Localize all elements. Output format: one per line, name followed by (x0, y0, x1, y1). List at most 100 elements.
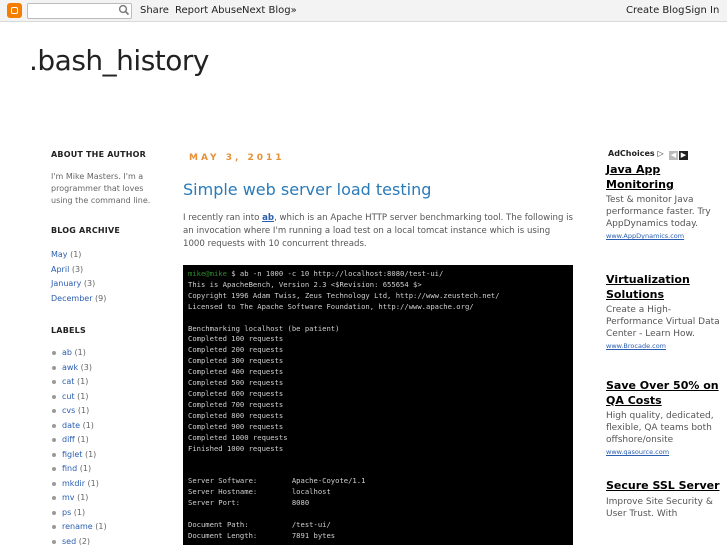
next-blog-link[interactable]: Next Blog» (242, 5, 297, 16)
label-count: (1) (92, 522, 107, 531)
label-item: cut (1) (51, 390, 107, 405)
blog-archive-widget: Blog Archive (51, 226, 161, 235)
ad-body: High quality, dedicated, flexible, QA te… (606, 411, 714, 445)
label-link-mkdir[interactable]: mkdir (62, 479, 85, 488)
label-link-figlet[interactable]: figlet (62, 450, 82, 459)
archive-item: December (9) (51, 292, 106, 307)
ad-title[interactable]: Virtualization Solutions (606, 273, 721, 302)
ad-unit: Virtualization Solutions Create a High-P… (606, 273, 721, 350)
adchoices-label[interactable]: AdChoices ▷ (608, 149, 664, 158)
ad-next-arrow-icon[interactable]: ▶ (679, 151, 688, 160)
label-item: awk (3) (51, 361, 107, 376)
label-count: (3) (78, 362, 92, 372)
label-link-awk[interactable]: awk (62, 363, 78, 372)
ad-body: Test & monitor Java performance faster. … (606, 195, 711, 229)
label-count: (1) (71, 507, 86, 517)
archive-item: January (3) (51, 277, 106, 292)
terminal-prompt: mike@mike (188, 269, 227, 278)
label-link-date[interactable]: date (62, 421, 80, 430)
blog-archive-heading: Blog Archive (51, 226, 121, 235)
post-title[interactable]: Simple web server load testing (183, 180, 431, 199)
label-item: cvs (1) (51, 404, 107, 419)
create-blog-link[interactable]: Create Blog (626, 5, 685, 16)
terminal-output-lines: This is ApacheBench, Version 2.3 <$Revis… (188, 279, 500, 540)
search-input[interactable] (27, 3, 132, 19)
label-item: figlet (1) (51, 448, 107, 463)
report-abuse-link[interactable]: Report Abuse (175, 5, 242, 16)
post-intro-text: I recently ran into ab, which is an Apac… (183, 212, 573, 251)
label-count: (1) (80, 420, 94, 430)
archive-link-january[interactable]: January (51, 279, 81, 288)
archive-link-december[interactable]: December (51, 294, 92, 303)
ad-unit: Secure SSL Server Improve Site Security … (606, 479, 721, 520)
label-count: (1) (74, 493, 89, 502)
label-count: (1) (82, 449, 97, 459)
ad-title[interactable]: Secure SSL Server (606, 479, 721, 494)
ad-url[interactable]: www.Brocade.com (606, 342, 721, 350)
sign-in-link[interactable]: Sign In (685, 5, 719, 16)
archive-link-may[interactable]: May (51, 250, 68, 259)
label-link-cat[interactable]: cat (62, 377, 74, 386)
terminal-output-block: mike@mike $ ab -n 1000 -c 10 http://loca… (183, 265, 573, 545)
label-link-sed[interactable]: sed (62, 537, 76, 545)
labels-widget: Labels (51, 326, 161, 335)
ad-url[interactable]: www.AppDynamics.com (606, 232, 721, 240)
about-author-text: I'm Mike Masters. I'm a programmer that … (51, 172, 151, 205)
label-item: sed (2) (51, 535, 107, 545)
archive-count: (3) (81, 279, 96, 288)
label-link-ab[interactable]: ab (62, 348, 72, 357)
label-count: (1) (74, 435, 89, 444)
label-count: (1) (74, 391, 89, 401)
blogger-navbar: Share Report Abuse Next Blog» Create Blo… (0, 0, 727, 22)
ad-title[interactable]: Save Over 50% on QA Costs (606, 379, 721, 408)
ad-prev-arrow-icon[interactable]: ◀ (669, 151, 678, 160)
label-item: diff (1) (51, 433, 107, 448)
post-intro-before: I recently ran into (183, 213, 263, 223)
archive-item: April (3) (51, 263, 106, 278)
ad-title[interactable]: Java App Monitoring (606, 163, 721, 192)
terminal-output: mike@mike $ ab -n 1000 -c 10 http://loca… (188, 269, 568, 542)
archive-count: (9) (92, 293, 107, 303)
label-item: ps (1) (51, 506, 107, 521)
label-item: date (1) (51, 419, 107, 434)
archive-list: May (1) April (3) January (3) December (… (51, 248, 106, 306)
ad-url[interactable]: www.qasource.com (606, 448, 721, 456)
label-link-ps[interactable]: ps (62, 508, 71, 517)
ab-link[interactable]: ab (262, 213, 274, 223)
blogger-logo-icon[interactable] (7, 3, 22, 18)
ad-unit: Save Over 50% on QA Costs High quality, … (606, 379, 721, 456)
archive-item: May (1) (51, 248, 106, 263)
about-author-widget: About the Author I'm Mike Masters. I'm a… (51, 150, 161, 207)
label-item: mv (1) (51, 491, 107, 506)
ad-unit: Java App Monitoring Test & monitor Java … (606, 163, 721, 240)
archive-link-april[interactable]: April (51, 265, 69, 274)
labels-heading: Labels (51, 326, 86, 335)
blog-title[interactable]: .bash_history (29, 44, 209, 77)
ad-body: Improve Site Security & User Trust. With (606, 496, 713, 519)
share-link[interactable]: Share (140, 5, 169, 16)
label-link-find[interactable]: find (62, 464, 77, 473)
label-link-cvs[interactable]: cvs (62, 406, 75, 415)
label-link-rename[interactable]: rename (62, 522, 93, 531)
label-count: (1) (85, 478, 99, 488)
ad-nav-arrows: ◀ ▶ (669, 151, 689, 160)
ad-body: Create a High-Performance Virtual Data C… (606, 305, 720, 339)
label-item: mkdir (1) (51, 477, 107, 492)
search-icon[interactable] (118, 4, 130, 16)
label-item: cat (1) (51, 375, 107, 390)
label-link-cut[interactable]: cut (62, 392, 75, 401)
label-count: (1) (71, 348, 86, 357)
label-item: rename (1) (51, 520, 107, 535)
label-link-mv[interactable]: mv (62, 493, 75, 502)
about-author-heading: About the Author (51, 150, 146, 159)
label-item: find (1) (51, 462, 107, 477)
post-date-header: May 3, 2011 (189, 153, 285, 163)
label-count: (1) (74, 377, 89, 386)
archive-count: (1) (67, 250, 82, 259)
archive-count: (3) (69, 264, 84, 274)
labels-list: ab (1) awk (3) cat (1) cut (1) cvs (1) d… (51, 346, 107, 545)
label-link-diff[interactable]: diff (62, 435, 75, 444)
terminal-command: $ ab -n 1000 -c 10 http://localhost:8080… (226, 269, 444, 278)
label-item: ab (1) (51, 346, 107, 361)
label-count: (1) (77, 464, 92, 473)
